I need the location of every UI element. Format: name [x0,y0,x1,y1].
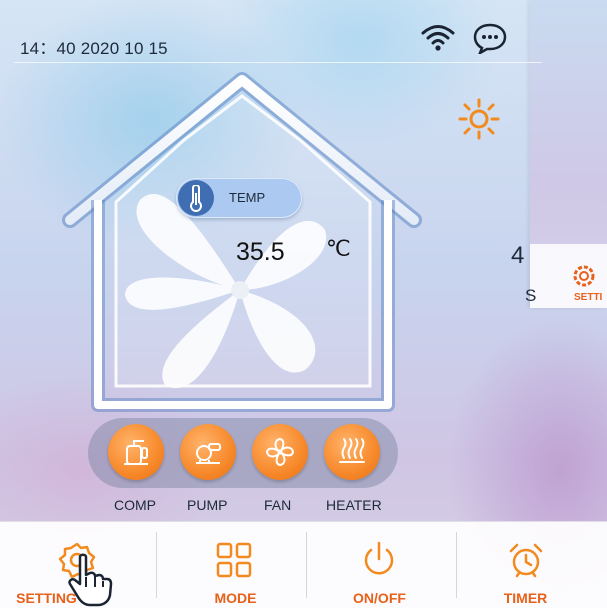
heater-label: HEATER [326,497,382,513]
hand-pointer-icon [68,553,113,607]
side-screen-letter: S [525,286,537,305]
wifi-icon[interactable] [420,22,456,52]
compressor-label: COMP [114,497,156,513]
fan-label: FAN [264,497,292,513]
side-screen-value: 4 [511,242,525,269]
chat-icon[interactable] [472,22,508,54]
nav-onoff-label: ON/OFF [353,590,406,606]
pump-icon [196,443,221,464]
temp-value: 35.5 [236,238,285,266]
nav-mode-label: MODE [214,590,257,606]
sun-icon [458,98,500,140]
temp-label: TEMP [229,190,266,205]
power-icon [364,541,394,575]
compressor-button[interactable] [108,424,164,480]
temp-icon-circle [178,180,214,216]
side-gear-icon [573,265,595,287]
thermometer-icon [190,185,202,212]
fan-icon [265,437,295,467]
fan-button[interactable] [252,424,308,480]
heater-button[interactable] [324,424,380,480]
temp-pill[interactable]: TEMP [176,178,302,218]
pump-label: PUMP [187,497,228,513]
alarm-clock-icon [509,543,543,578]
side-setting-label: SETTI [574,292,603,303]
pump-button[interactable] [180,424,236,480]
nav-onoff[interactable]: ON/OFF [307,522,458,608]
nav-timer-label: TIMER [503,590,548,606]
compressor-icon [124,440,148,465]
nav-timer[interactable]: TIMER [456,522,607,608]
clock-datetime: 14：40 2020 10 15 [20,39,168,58]
nav-mode[interactable]: MODE [160,522,311,608]
nav-divider [156,532,157,598]
grid-icon [216,542,252,578]
heater-icon [339,438,365,463]
temp-unit: ℃ [326,236,351,261]
